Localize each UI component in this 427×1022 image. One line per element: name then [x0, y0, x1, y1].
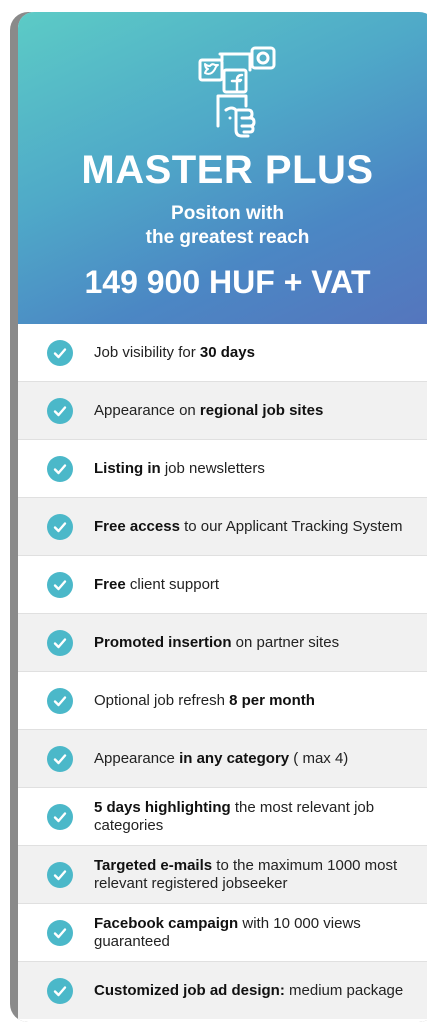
feature-text-bold: Customized job ad design:: [94, 981, 285, 999]
feature-text: 5 days highlighting the most relevant jo…: [94, 799, 421, 835]
check-icon: [47, 745, 73, 772]
feature-text-bold: Free access: [94, 517, 180, 535]
feature-text-regular: Appearance on: [94, 401, 200, 419]
feature-item: Appearance in any category ( max 4): [18, 729, 427, 787]
check-icon: [47, 571, 73, 598]
feature-text: Appearance on regional job sites: [94, 402, 421, 420]
feature-text-bold: 8 per month: [229, 691, 315, 709]
feature-item: Free access to our Applicant Tracking Sy…: [18, 497, 427, 555]
plan-subtitle-line1: Positon with: [171, 203, 284, 224]
feature-text-regular: ( max 4): [289, 749, 349, 767]
feature-text-regular: client support: [125, 575, 220, 593]
pricing-card: MASTER PLUS Positon with the greatest re…: [10, 12, 427, 1022]
feature-text-bold: Free: [94, 575, 126, 593]
feature-text: Targeted e-mails to the maximum 1000 mos…: [94, 857, 421, 893]
feature-text-regular: job newsletters: [160, 459, 265, 477]
check-icon: [47, 339, 73, 366]
feature-item: Appearance on regional job sites: [18, 381, 427, 439]
plan-header: MASTER PLUS Positon with the greatest re…: [18, 12, 427, 324]
check-icon: [47, 513, 73, 540]
feature-text-regular: on partner sites: [231, 633, 340, 651]
feature-text-bold: in any category: [179, 749, 290, 767]
plan-subtitle-line2: the greatest reach: [145, 227, 310, 248]
plan-price: 149 900 HUF + VAT: [84, 264, 371, 300]
feature-text: Facebook campaign with 10 000 views guar…: [94, 915, 421, 951]
social-media-phone-icon: [198, 46, 276, 138]
check-icon: [47, 977, 73, 1004]
feature-item: Targeted e-mails to the maximum 1000 mos…: [18, 845, 427, 903]
feature-text-regular: Job visibility for: [94, 343, 200, 361]
check-icon: [47, 455, 73, 482]
feature-text: Appearance in any category ( max 4): [94, 750, 421, 768]
feature-item: 5 days highlighting the most relevant jo…: [18, 787, 427, 845]
feature-item: Facebook campaign with 10 000 views guar…: [18, 903, 427, 961]
feature-item: Job visibility for 30 days: [18, 324, 427, 381]
check-icon: [47, 687, 73, 714]
feature-text: Listing in job newsletters: [94, 460, 421, 478]
feature-text-bold: 30 days: [199, 343, 255, 361]
feature-text-bold: regional job sites: [199, 401, 324, 419]
feature-text-regular: medium package: [284, 981, 404, 999]
feature-item: Optional job refresh 8 per month: [18, 671, 427, 729]
check-icon: [47, 397, 73, 424]
check-icon: [47, 803, 73, 830]
feature-text: Customized job ad design: medium package: [94, 982, 421, 1000]
feature-item: Customized job ad design: medium package: [18, 961, 427, 1019]
feature-text-regular: Appearance: [94, 749, 180, 767]
pricing-card-inner: MASTER PLUS Positon with the greatest re…: [18, 12, 427, 1022]
feature-text-bold: Targeted e-mails: [94, 856, 213, 874]
feature-text: Free access to our Applicant Tracking Sy…: [94, 518, 421, 536]
feature-text: Free client support: [94, 576, 421, 594]
feature-text-regular: to our Applicant Tracking System: [179, 517, 403, 535]
feature-text-bold: 5 days highlighting: [94, 798, 231, 816]
feature-item: Free client support: [18, 555, 427, 613]
feature-text: Promoted insertion on partner sites: [94, 634, 421, 652]
feature-list: Job visibility for 30 days Appearance on…: [18, 324, 427, 1019]
check-icon: [47, 861, 73, 888]
check-icon: [47, 919, 73, 946]
feature-item: Listing in job newsletters: [18, 439, 427, 497]
feature-text: Job visibility for 30 days: [94, 344, 421, 362]
feature-text-bold: Facebook campaign: [94, 914, 239, 932]
feature-text-regular: Optional job refresh: [94, 691, 230, 709]
plan-title: MASTER PLUS: [81, 148, 374, 192]
feature-text-bold: Promoted insertion: [94, 633, 232, 651]
feature-text-bold: Listing in: [94, 459, 161, 477]
feature-text: Optional job refresh 8 per month: [94, 692, 421, 710]
feature-item: Promoted insertion on partner sites: [18, 613, 427, 671]
plan-subtitle: Positon with the greatest reach: [18, 202, 427, 250]
check-icon: [47, 629, 73, 656]
